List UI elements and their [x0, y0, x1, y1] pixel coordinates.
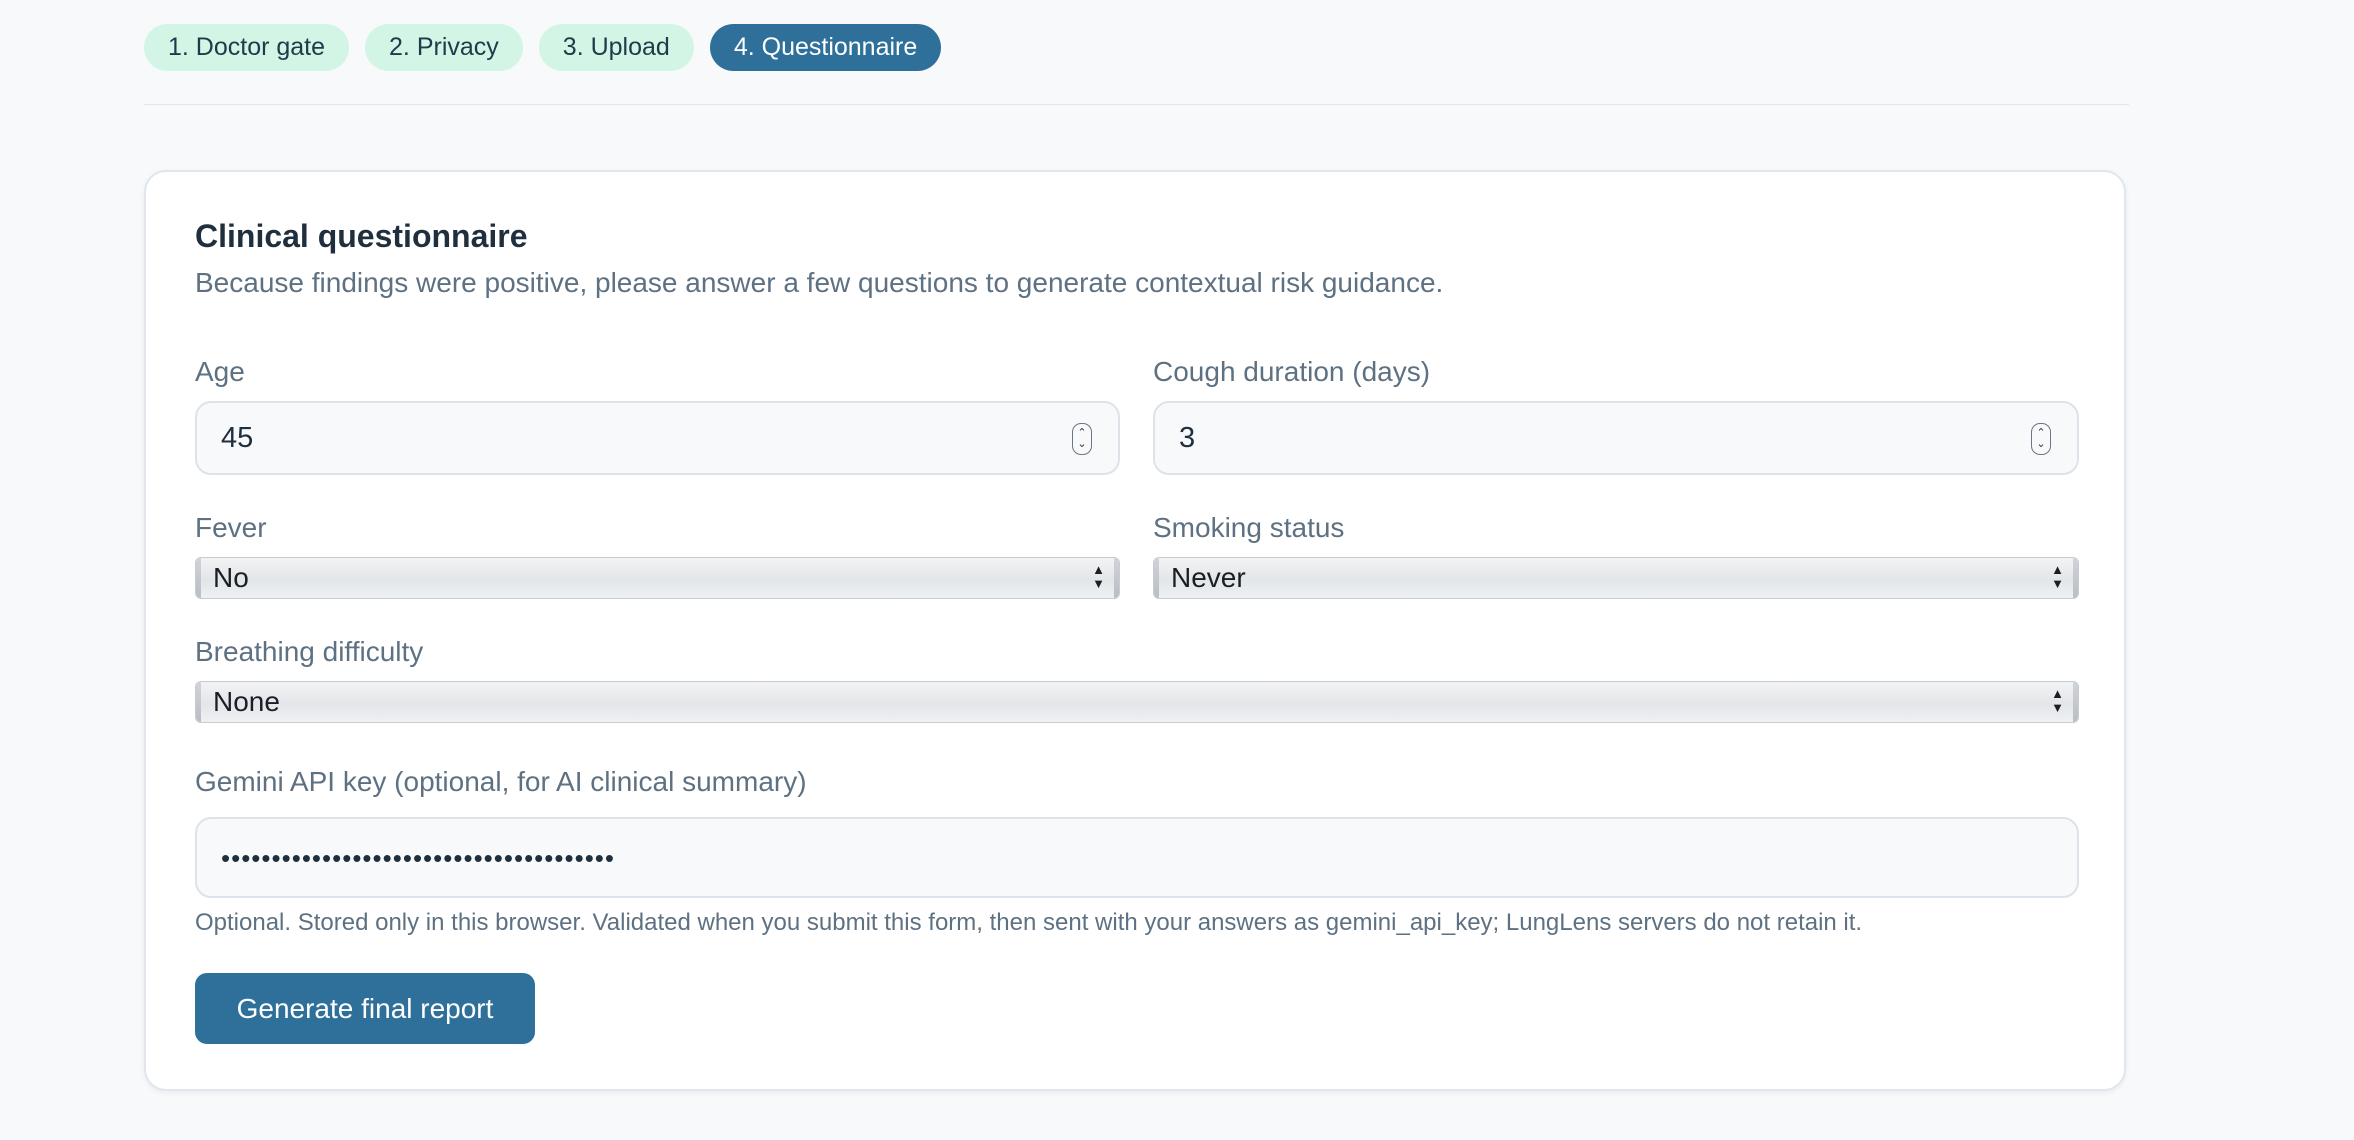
- cough-duration-label: Cough duration (days): [1153, 356, 1431, 387]
- step-doctor-gate[interactable]: 1. Doctor gate: [144, 24, 350, 71]
- age-input[interactable]: 45 ⌃ ⌄: [195, 401, 1120, 475]
- step-upload[interactable]: 3. Upload: [538, 24, 694, 71]
- step-questionnaire[interactable]: 4. Questionnaire: [709, 24, 942, 71]
- generate-report-button[interactable]: Generate final report: [195, 973, 535, 1044]
- gemini-key-value: •••••••••••••••••••••••••••••••••••••••: [221, 843, 615, 873]
- age-stepper-icon[interactable]: ⌃ ⌄: [1072, 423, 1092, 455]
- breathing-difficulty-label: Breathing difficulty: [195, 636, 424, 667]
- smoking-status-value: Never: [1171, 562, 1246, 593]
- cough-duration-value: 3: [1179, 422, 1196, 454]
- step-nav: 1. Doctor gate 2. Privacy 3. Upload 4. Q…: [144, 24, 942, 71]
- page: 1. Doctor gate 2. Privacy 3. Upload 4. Q…: [0, 0, 2354, 1140]
- gemini-key-help: Optional. Stored only in this browser. V…: [195, 909, 1863, 936]
- gemini-key-input[interactable]: •••••••••••••••••••••••••••••••••••••••: [195, 817, 2079, 898]
- questionnaire-card: Clinical questionnaire Because findings …: [144, 170, 2126, 1091]
- select-updown-icon: ▲ ▼: [1092, 562, 1105, 591]
- cough-stepper-icon[interactable]: ⌃ ⌄: [2031, 423, 2051, 455]
- gemini-key-label: Gemini API key (optional, for AI clinica…: [195, 766, 807, 797]
- step-privacy[interactable]: 2. Privacy: [365, 24, 523, 71]
- fever-label: Fever: [195, 512, 267, 543]
- smoking-status-label: Smoking status: [1153, 512, 1345, 543]
- header-divider: [144, 104, 2129, 105]
- card-title: Clinical questionnaire: [195, 218, 528, 254]
- age-label: Age: [195, 356, 245, 387]
- cough-duration-input[interactable]: 3 ⌃ ⌄: [1153, 401, 2079, 475]
- fever-select[interactable]: No ▲ ▼: [195, 557, 1120, 599]
- select-updown-icon: ▲ ▼: [2051, 562, 2064, 591]
- fever-value: No: [213, 562, 249, 593]
- age-value: 45: [221, 422, 254, 454]
- card-subtitle: Because findings were positive, please a…: [195, 267, 1444, 298]
- select-updown-icon: ▲ ▼: [2051, 686, 2064, 715]
- smoking-status-select[interactable]: Never ▲ ▼: [1153, 557, 2079, 599]
- breathing-difficulty-select[interactable]: None ▲ ▼: [195, 681, 2079, 723]
- breathing-difficulty-value: None: [213, 686, 280, 717]
